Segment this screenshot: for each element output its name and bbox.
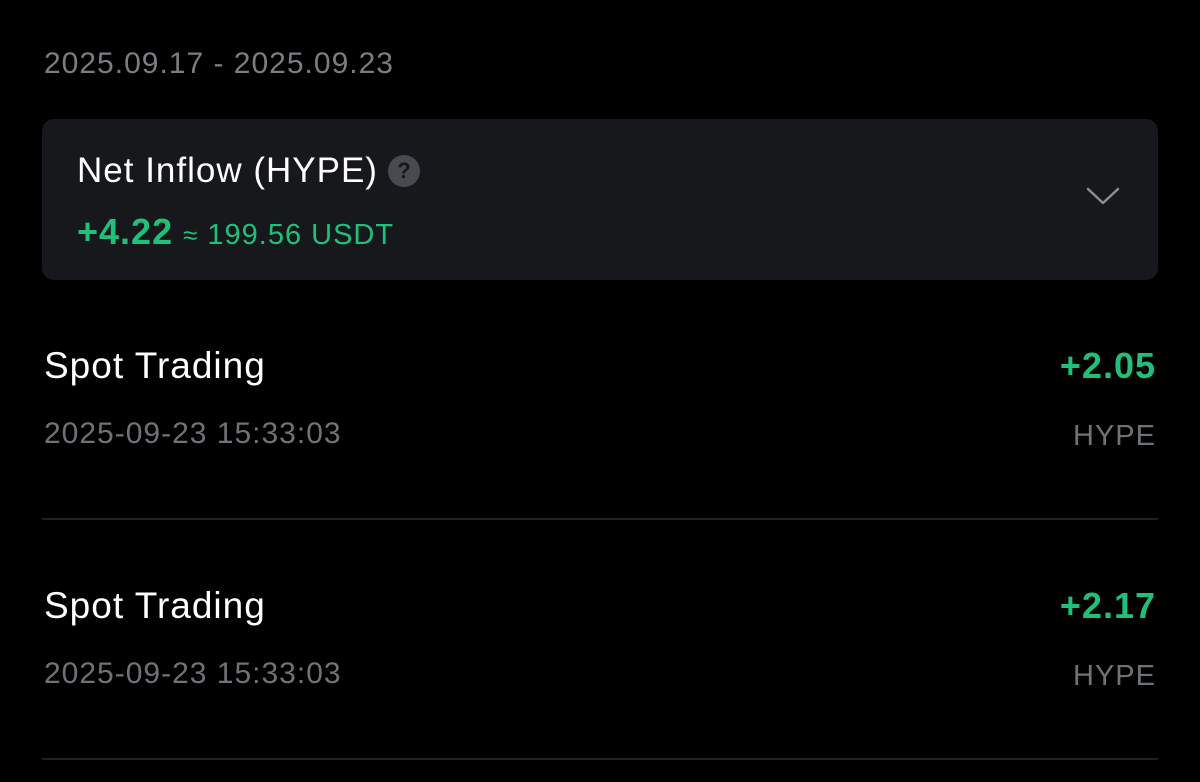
list-item[interactable]: Spot Trading +2.17 2025-09-23 15:33:03 H…: [42, 582, 1158, 782]
divider: [42, 518, 1158, 520]
transaction-timestamp: 2025-09-23 15:33:03: [44, 657, 342, 690]
transaction-unit: HYPE: [1073, 420, 1156, 452]
transaction-type: Spot Trading: [44, 345, 266, 386]
net-inflow-card[interactable]: Net Inflow (HYPE) ? +4.22 ≈ 199.56 USDT: [42, 119, 1158, 280]
transaction-amount: +2.05: [1059, 345, 1156, 386]
approx-symbol: ≈: [183, 220, 198, 250]
transaction-type: Spot Trading: [44, 585, 266, 626]
transaction-unit: HYPE: [1073, 660, 1156, 692]
transaction-amount: +2.17: [1059, 585, 1156, 626]
net-inflow-values: +4.22 ≈ 199.56 USDT: [77, 211, 394, 253]
list-item[interactable]: Spot Trading +2.05 2025-09-23 15:33:03 H…: [42, 342, 1158, 542]
chevron-down-icon[interactable]: [1086, 185, 1120, 207]
transaction-timestamp: 2025-09-23 15:33:03: [44, 417, 342, 450]
date-range-filter[interactable]: 2025.09.17 - 2025.09.23: [44, 44, 394, 84]
net-inflow-title: Net Inflow (HYPE): [77, 151, 378, 190]
divider: [42, 758, 1158, 760]
net-inflow-usdt-value: 199.56 USDT: [207, 219, 395, 251]
question-circle-icon[interactable]: ?: [387, 155, 420, 187]
net-inflow-header: Net Inflow (HYPE) ?: [77, 149, 420, 193]
net-inflow-amount: +4.22: [77, 211, 174, 252]
